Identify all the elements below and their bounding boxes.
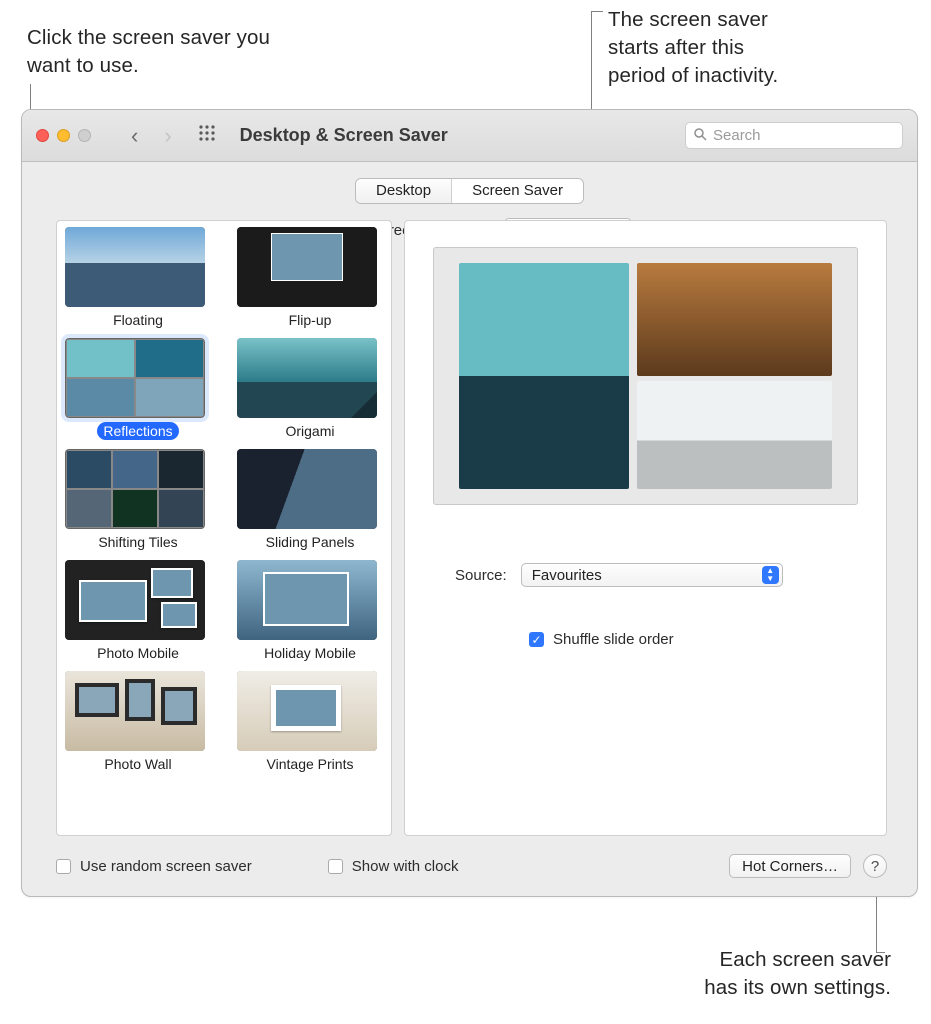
- saver-label: Origami: [279, 422, 340, 440]
- back-button[interactable]: ‹: [131, 125, 138, 147]
- saver-reflections[interactable]: Reflections: [65, 338, 211, 441]
- search-placeholder: Search: [713, 127, 761, 144]
- clock-checkbox[interactable]: [328, 859, 343, 874]
- saver-label: Shifting Tiles: [92, 533, 183, 551]
- saver-floating[interactable]: Floating: [65, 227, 211, 330]
- random-checkbox[interactable]: [56, 859, 71, 874]
- saver-label: Photo Wall: [98, 755, 177, 773]
- bottom-bar: Use random screen saver Show with clock …: [56, 850, 887, 882]
- minimize-button[interactable]: [57, 129, 70, 142]
- saver-flip-up[interactable]: Flip-up: [237, 227, 383, 330]
- tab-desktop[interactable]: Desktop: [356, 179, 452, 203]
- saver-photo-wall[interactable]: Photo Wall: [65, 671, 211, 774]
- saver-label: Flip-up: [283, 311, 338, 329]
- saver-shifting-tiles[interactable]: Shifting Tiles: [65, 449, 211, 552]
- preview-pane: Source: Favourites ▲▼ ✓ Shuffle slide or…: [404, 220, 887, 836]
- saver-label: Holiday Mobile: [258, 644, 362, 662]
- screensaver-preview[interactable]: [433, 247, 858, 505]
- tab-bar: Desktop Screen Saver: [22, 178, 917, 204]
- forward-button: ›: [164, 125, 171, 147]
- source-select[interactable]: Favourites ▲▼: [521, 563, 783, 587]
- saver-label: Photo Mobile: [91, 644, 185, 662]
- saver-label: Floating: [107, 311, 169, 329]
- shuffle-checkbox[interactable]: ✓: [529, 632, 544, 647]
- zoom-button: [78, 129, 91, 142]
- saver-label: Sliding Panels: [260, 533, 361, 551]
- saver-photo-mobile[interactable]: Photo Mobile: [65, 560, 211, 663]
- callout-right-2: starts after this: [608, 34, 744, 62]
- close-button[interactable]: [36, 129, 49, 142]
- callout-left: Click the screen saver you want to use.: [27, 24, 307, 79]
- saver-holiday-mobile[interactable]: Holiday Mobile: [237, 560, 383, 663]
- nav-arrows: ‹ ›: [131, 125, 172, 147]
- show-all-icon[interactable]: [198, 124, 216, 147]
- screensaver-list[interactable]: Floating Flip-up Reflections Origami Shi…: [56, 220, 392, 836]
- search-icon: [694, 128, 707, 144]
- shuffle-label: Shuffle slide order: [553, 631, 674, 648]
- source-label: Source:: [455, 567, 507, 584]
- callout-right-1: The screen saver: [608, 6, 768, 34]
- random-label: Use random screen saver: [80, 858, 252, 875]
- callout-bottom-2: has its own settings.: [704, 974, 891, 1002]
- window-controls: [36, 129, 91, 142]
- help-button[interactable]: ?: [863, 854, 887, 878]
- tab-screen-saver[interactable]: Screen Saver: [452, 179, 583, 203]
- saver-sliding-panels[interactable]: Sliding Panels: [237, 449, 383, 552]
- preferences-window: ‹ › Desktop & Screen Saver Search Deskto…: [21, 109, 918, 897]
- saver-label: Reflections: [97, 422, 178, 440]
- saver-origami[interactable]: Origami: [237, 338, 383, 441]
- saver-vintage-prints[interactable]: Vintage Prints: [237, 671, 383, 774]
- source-value: Favourites: [532, 567, 602, 584]
- callout-right-htop: [591, 11, 603, 12]
- saver-label: Vintage Prints: [261, 755, 360, 773]
- titlebar: ‹ › Desktop & Screen Saver Search: [22, 110, 917, 162]
- callout-bottom-hline: [876, 952, 885, 953]
- callout-right-3: period of inactivity.: [608, 62, 778, 90]
- window-title: Desktop & Screen Saver: [240, 125, 448, 146]
- hot-corners-button[interactable]: Hot Corners…: [729, 854, 851, 878]
- clock-label: Show with clock: [352, 858, 459, 875]
- search-input[interactable]: Search: [685, 122, 903, 149]
- select-arrows-icon: ▲▼: [762, 566, 779, 584]
- callout-bottom-1: Each screen saver: [720, 946, 891, 974]
